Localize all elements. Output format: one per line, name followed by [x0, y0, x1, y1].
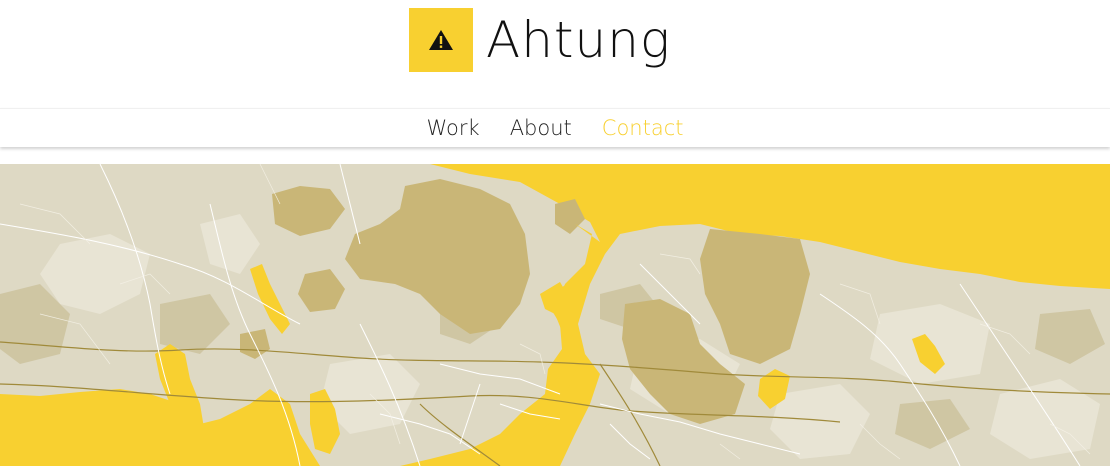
map-graphic: [0, 164, 1110, 466]
logo-badge: [409, 8, 473, 72]
city-map[interactable]: [0, 164, 1110, 466]
warning-icon: [429, 30, 453, 50]
nav-item-about[interactable]: About: [495, 109, 587, 147]
nav-item-work[interactable]: Work: [412, 109, 495, 147]
site-header: Ahtung: [0, 0, 1110, 108]
site-logo[interactable]: Ahtung: [409, 8, 671, 72]
brand-name: Ahtung: [486, 11, 671, 69]
nav-item-contact[interactable]: Contact: [587, 109, 699, 147]
main-nav: Work About Contact: [0, 108, 1110, 147]
